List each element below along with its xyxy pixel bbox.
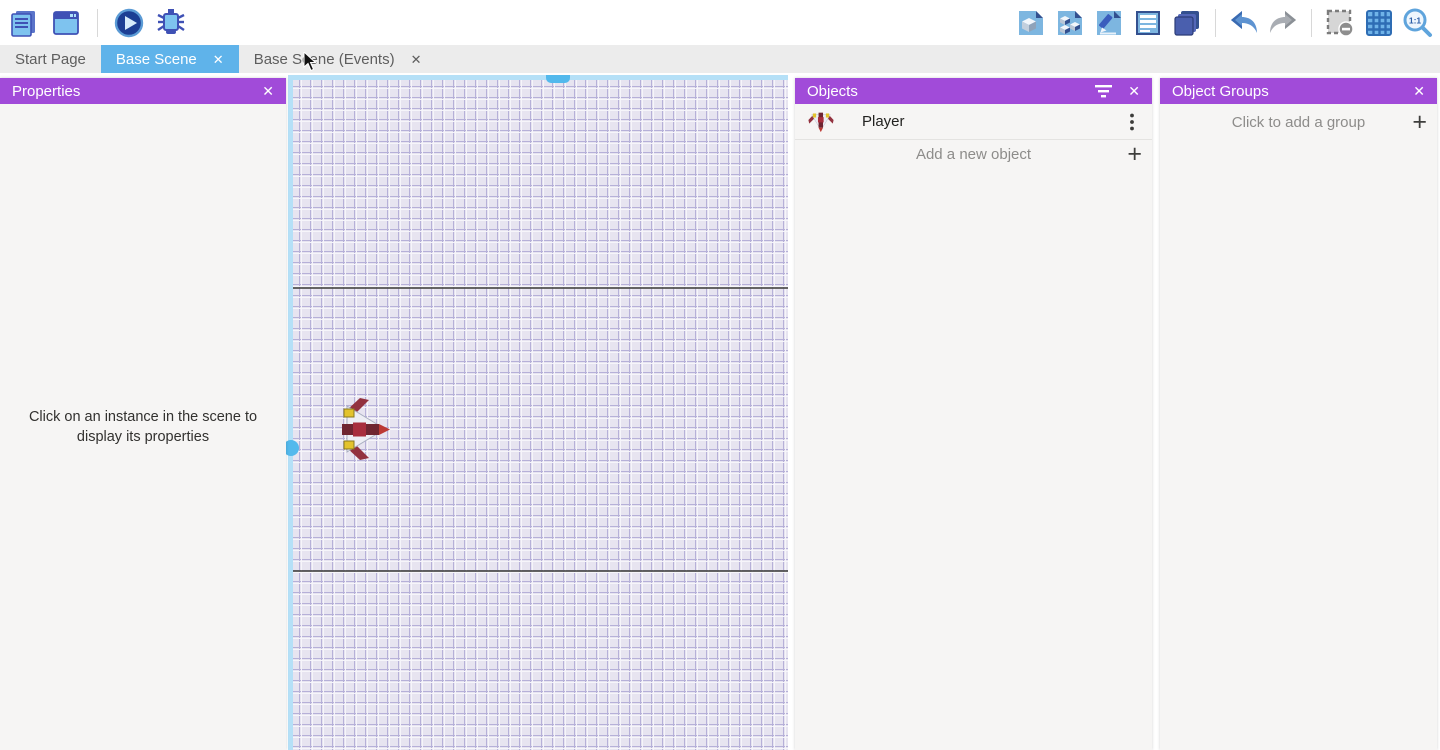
window-mask-icon[interactable] — [1324, 7, 1356, 39]
add-object-label: Add a new object — [916, 146, 1031, 163]
objects-panel: Objects ✕ — [795, 78, 1152, 750]
main-area: Properties ✕ Click on an instance in the… — [0, 73, 1440, 750]
horizontal-scrollbar-thumb[interactable] — [546, 75, 570, 83]
panel-title: Objects — [807, 83, 858, 100]
toolbar-separator — [1311, 9, 1312, 37]
close-icon[interactable]: ✕ — [1128, 84, 1140, 98]
scene-canvas[interactable] — [288, 75, 788, 750]
close-icon[interactable]: ✕ — [411, 53, 422, 66]
object-menu-icon[interactable] — [1120, 110, 1144, 134]
properties-empty-message: Click on an instance in the scene to dis… — [7, 407, 279, 448]
properties-panel: Properties ✕ Click on an instance in the… — [0, 78, 286, 750]
properties-panel-header: Properties ✕ — [0, 78, 286, 104]
tab-start-page[interactable]: Start Page — [0, 45, 101, 73]
instances-list-icon[interactable] — [1132, 7, 1164, 39]
properties-panel-body: Click on an instance in the scene to dis… — [0, 104, 286, 750]
close-icon[interactable]: ✕ — [1413, 84, 1425, 98]
player-object-thumbnail — [808, 109, 834, 135]
toolbar-separator — [1215, 9, 1216, 37]
add-object-plus-icon[interactable]: + — [1127, 140, 1142, 169]
grid-icon[interactable] — [1363, 7, 1395, 39]
close-icon[interactable]: ✕ — [213, 53, 224, 66]
editor-tabbar: Start Page Base Scene ✕ Base Scene (Even… — [0, 45, 1440, 73]
tab-base-scene[interactable]: Base Scene ✕ — [101, 45, 239, 73]
filter-icon[interactable] — [1095, 85, 1112, 98]
vertical-scrollbar-track[interactable] — [288, 75, 293, 750]
tab-base-scene-events[interactable]: Base Scene (Events) ✕ — [239, 45, 437, 73]
close-icon[interactable]: ✕ — [262, 84, 274, 98]
toolbar-left-group — [0, 7, 187, 39]
game-window-border-top — [288, 287, 788, 289]
game-window-border-bottom — [288, 570, 788, 572]
object-groups-panel-header: Object Groups ✕ — [1160, 78, 1437, 104]
objects-panel-header: Objects ✕ — [795, 78, 1152, 104]
objects-editor-icon[interactable] — [1015, 7, 1047, 39]
properties-editor-icon[interactable] — [1093, 7, 1125, 39]
add-group-label: Click to add a group — [1232, 114, 1365, 131]
layers-editor-icon[interactable] — [1171, 7, 1203, 39]
start-page-window-icon[interactable] — [50, 7, 82, 39]
horizontal-scrollbar-track[interactable] — [288, 75, 788, 80]
debug-icon[interactable] — [155, 7, 187, 39]
add-group-row[interactable]: Click to add a group + — [1160, 104, 1437, 140]
project-manager-icon[interactable] — [8, 7, 40, 39]
undo-icon[interactable] — [1228, 7, 1260, 39]
play-icon[interactable] — [113, 7, 145, 39]
toolbar-right-group: 1:1 — [1015, 7, 1440, 39]
add-object-row[interactable]: Add a new object + — [795, 140, 1152, 169]
svg-text:1:1: 1:1 — [1409, 15, 1422, 25]
player-instance[interactable] — [340, 397, 390, 461]
tab-label: Base Scene — [116, 51, 197, 68]
panel-title: Properties — [12, 83, 80, 100]
object-name: Player — [862, 113, 905, 130]
zoom-1-1-icon[interactable]: 1:1 — [1402, 7, 1434, 39]
add-group-plus-icon[interactable]: + — [1412, 104, 1427, 140]
tab-label: Base Scene (Events) — [254, 51, 395, 68]
object-groups-editor-icon[interactable] — [1054, 7, 1086, 39]
main-toolbar: 1:1 — [0, 0, 1440, 45]
tab-label: Start Page — [15, 51, 86, 68]
toolbar-separator — [97, 9, 98, 37]
object-row-player[interactable]: Player — [795, 104, 1152, 140]
panel-title: Object Groups — [1172, 83, 1269, 100]
object-groups-panel: Object Groups ✕ Click to add a group + — [1160, 78, 1437, 750]
redo-icon[interactable] — [1267, 7, 1299, 39]
